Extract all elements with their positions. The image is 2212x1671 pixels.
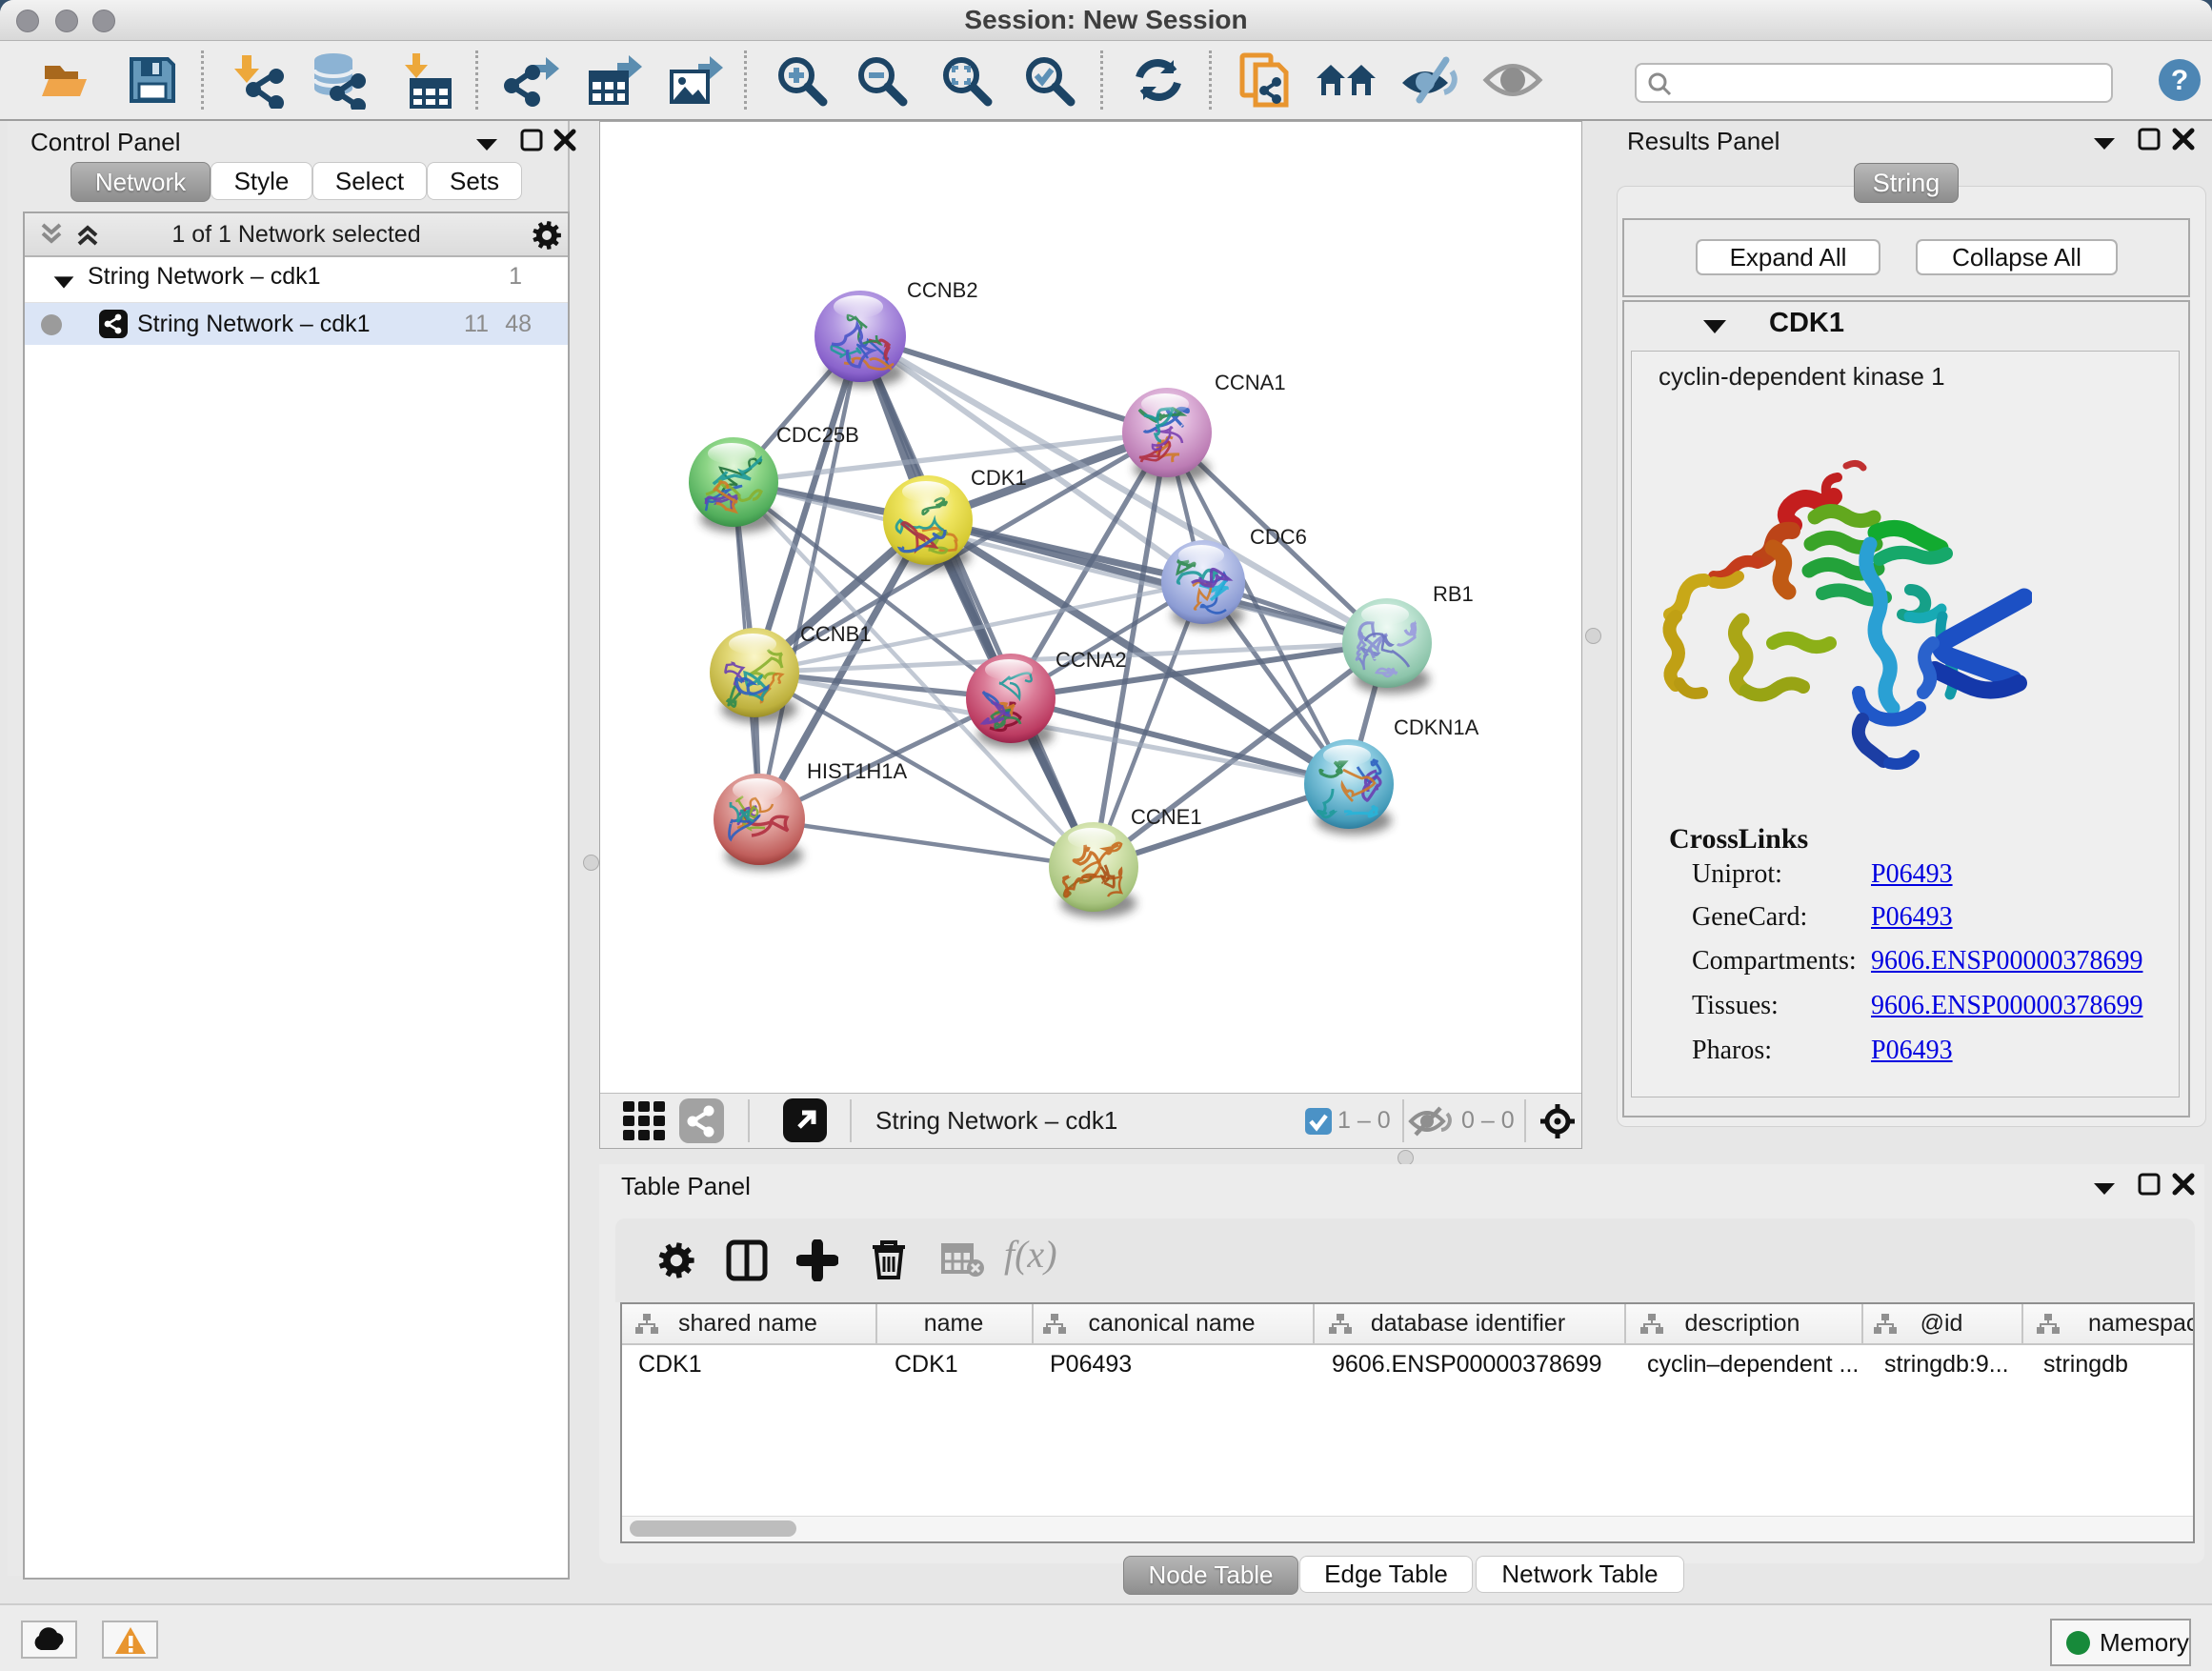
svg-text:CCNB1: CCNB1 xyxy=(800,622,872,646)
svg-text:CCNA2: CCNA2 xyxy=(1056,648,1127,672)
svg-text:CDC25B: CDC25B xyxy=(776,423,859,447)
svg-text:RB1: RB1 xyxy=(1433,582,1474,606)
svg-text:CDK1: CDK1 xyxy=(971,466,1027,490)
svg-text:CCNE1: CCNE1 xyxy=(1131,805,1202,829)
svg-text:CCNB2: CCNB2 xyxy=(907,278,978,302)
svg-text:CDC6: CDC6 xyxy=(1250,525,1307,549)
svg-text:?: ? xyxy=(2171,65,2188,96)
svg-text:HIST1H1A: HIST1H1A xyxy=(807,759,907,783)
svg-text:CCNA1: CCNA1 xyxy=(1215,371,1286,394)
svg-text:CDKN1A: CDKN1A xyxy=(1394,715,1479,739)
